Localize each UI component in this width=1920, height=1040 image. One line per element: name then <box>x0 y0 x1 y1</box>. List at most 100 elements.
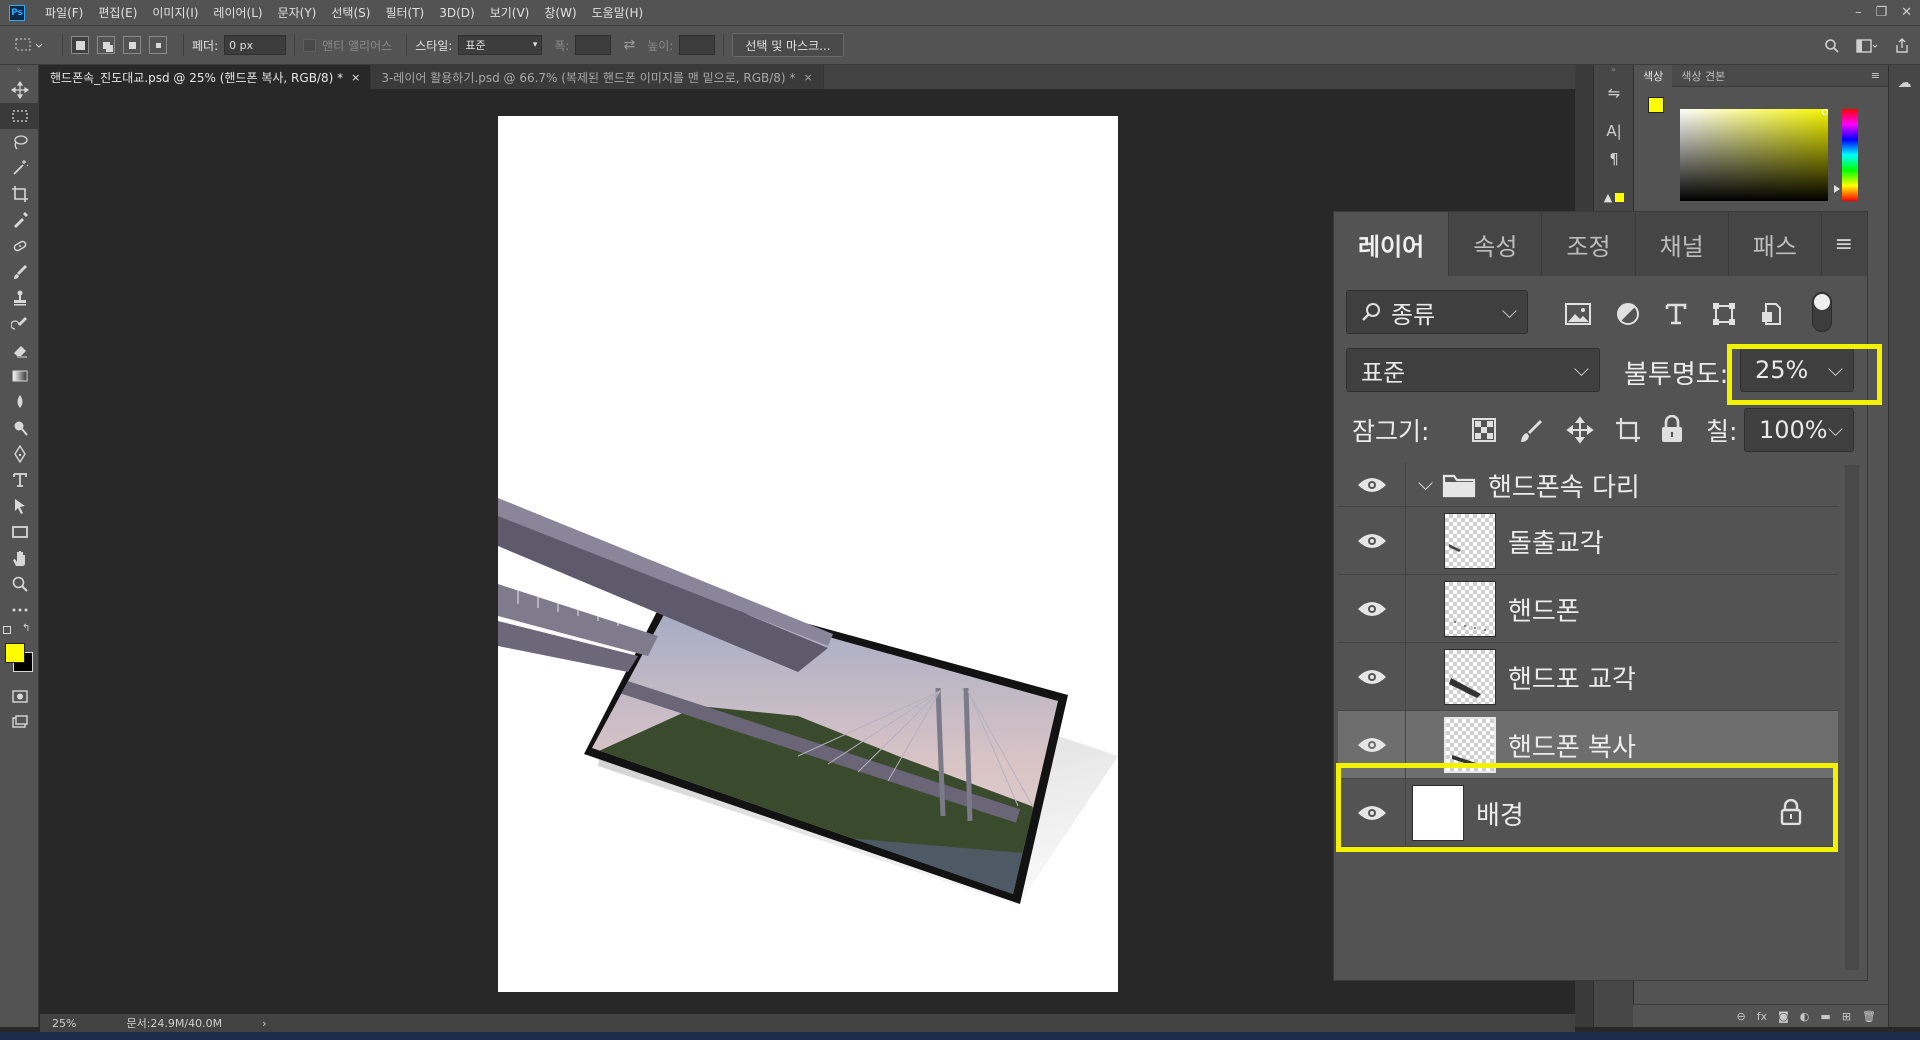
background-layer-row[interactable]: 배경 <box>1338 779 1838 847</box>
folder-icon[interactable]: ▬ <box>1820 1010 1830 1023</box>
magic-wand-tool-icon[interactable] <box>0 155 39 181</box>
lock-image-pixels-icon[interactable] <box>1518 418 1544 444</box>
tab-color[interactable]: 색상 <box>1634 64 1673 87</box>
visibility-eye-icon[interactable] <box>1338 575 1406 643</box>
pen-tool-icon[interactable] <box>0 441 39 467</box>
tab-channels[interactable]: 채널 <box>1636 212 1729 276</box>
mask-icon[interactable]: ◙ <box>1778 1010 1789 1023</box>
doc-tab-active[interactable]: 핸드폰속_진도대교.psd @ 25% (핸드폰 복사, RGB/8) * × <box>40 65 372 89</box>
tab-swatches[interactable]: 색상 견본 <box>1672 65 1734 87</box>
minimize-button[interactable]: – <box>1855 5 1862 20</box>
link-icon[interactable]: ⊖ <box>1737 1010 1746 1023</box>
menu-view[interactable]: 보기(V) <box>490 4 530 21</box>
filter-toggle[interactable] <box>1812 292 1832 332</box>
swap-dimensions-icon[interactable]: ⇄ <box>623 37 635 53</box>
zoom-tool-icon[interactable] <box>0 571 39 597</box>
smart-object-filter-icon[interactable] <box>1760 302 1782 326</box>
group-expand-chevron-icon[interactable]: ⌵ <box>1418 471 1433 495</box>
hand-tool-icon[interactable] <box>0 545 39 571</box>
path-selection-tool-icon[interactable] <box>0 493 39 519</box>
rectangle-tool-icon[interactable] <box>0 519 39 545</box>
lasso-tool-icon[interactable] <box>0 129 39 155</box>
fill-input[interactable]: 100% ⌵ <box>1744 408 1854 452</box>
select-and-mask-button[interactable]: 선택 및 마스크... <box>732 33 844 57</box>
panel-grip[interactable]: » <box>1594 65 1633 79</box>
opacity-input[interactable]: 25% ⌵ <box>1740 348 1854 392</box>
libraries-icon[interactable]: ☁ <box>1889 75 1920 91</box>
menu-edit[interactable]: 편집(E) <box>98 4 137 21</box>
height-input[interactable] <box>679 35 716 55</box>
visibility-eye-icon[interactable] <box>1338 463 1406 507</box>
subtract-selection-icon[interactable] <box>123 36 141 54</box>
menu-layer[interactable]: 레이어(L) <box>213 4 262 21</box>
layers-menu-icon[interactable]: ≡ <box>1835 232 1853 257</box>
more-tools-icon[interactable] <box>0 597 39 623</box>
swap-colors-icon[interactable]: ↰ <box>22 623 30 634</box>
move-tool-icon[interactable] <box>0 77 39 103</box>
menu-image[interactable]: 이미지(I) <box>152 4 198 21</box>
dodge-tool-icon[interactable] <box>0 415 39 441</box>
tab-layers[interactable]: 레이어 <box>1334 212 1450 276</box>
color-picker-cursor[interactable] <box>1822 109 1828 115</box>
foreground-color-chip[interactable] <box>1648 97 1664 113</box>
eraser-tool-icon[interactable] <box>0 337 39 363</box>
new-selection-icon[interactable] <box>71 36 89 54</box>
crop-tool-icon[interactable] <box>0 181 39 207</box>
add-selection-icon[interactable] <box>97 36 115 54</box>
adjustment-layer-filter-icon[interactable] <box>1616 302 1640 326</box>
history-brush-tool-icon[interactable] <box>0 311 39 337</box>
gradient-tool-icon[interactable] <box>0 363 39 389</box>
tab-properties[interactable]: 속성 <box>1449 212 1543 276</box>
hue-slider-handle[interactable] <box>1834 185 1840 193</box>
brush-tool-icon[interactable] <box>0 259 39 285</box>
visibility-eye-icon[interactable] <box>1338 643 1406 711</box>
healing-brush-tool-icon[interactable] <box>0 233 39 259</box>
marquee-preset-picker[interactable] <box>14 32 54 58</box>
share-icon[interactable] <box>1894 38 1910 54</box>
color-field[interactable] <box>1680 109 1828 201</box>
toolbox-grip[interactable]: » <box>0 65 38 77</box>
restore-button[interactable]: ❐ <box>1875 5 1887 20</box>
lock-artboard-icon[interactable] <box>1614 416 1642 444</box>
tab-adjustments[interactable]: 조정 <box>1542 212 1636 276</box>
blur-tool-icon[interactable] <box>0 389 39 415</box>
antialias-checkbox[interactable] <box>303 38 317 52</box>
visibility-eye-icon[interactable] <box>1338 711 1406 779</box>
width-input[interactable] <box>575 35 612 55</box>
layer-row[interactable]: 돌출교각 <box>1338 507 1838 575</box>
clone-stamp-tool-icon[interactable] <box>0 285 39 311</box>
pixel-layer-filter-icon[interactable] <box>1564 302 1592 326</box>
menu-select[interactable]: 선택(S) <box>331 4 370 21</box>
character-panel-icon[interactable]: A| <box>1594 117 1634 145</box>
search-icon[interactable] <box>1824 38 1840 54</box>
layer-group-row[interactable]: ⌵ 핸드폰속 다리 <box>1338 463 1838 507</box>
layer-filter-select[interactable]: 종류 ⌵ <box>1346 290 1528 334</box>
tab-paths[interactable]: 패스 <box>1729 212 1822 276</box>
new-layer-icon[interactable]: ⊞ <box>1842 1010 1851 1023</box>
quick-mask-icon[interactable] <box>0 683 39 709</box>
panel-menu-icon[interactable]: ≡ <box>1871 69 1880 82</box>
trash-icon[interactable]: 🗑 <box>1862 1010 1876 1023</box>
layers-scrollbar[interactable] <box>1845 465 1859 970</box>
layer-row[interactable]: 핸드포 교각 <box>1338 643 1838 711</box>
foreground-color-swatch[interactable] <box>5 643 25 663</box>
menu-type[interactable]: 문자(Y) <box>278 4 317 21</box>
screen-mode-icon[interactable] <box>0 709 39 735</box>
close-window-button[interactable]: ✕ <box>1901 5 1912 20</box>
layer-row[interactable]: 핸드폰 <box>1338 575 1838 643</box>
feather-input[interactable]: 0 px <box>224 35 287 55</box>
default-colors-icon[interactable] <box>3 626 11 634</box>
close-icon[interactable]: × <box>803 71 812 84</box>
close-icon[interactable]: × <box>351 71 360 84</box>
zoom-level[interactable]: 25% <box>52 1017 76 1030</box>
menu-file[interactable]: 파일(F) <box>45 4 83 21</box>
paragraph-panel-icon[interactable]: ¶ <box>1594 145 1634 173</box>
lock-position-icon[interactable] <box>1566 416 1594 444</box>
workspace-icon[interactable] <box>1856 38 1878 54</box>
adjustment-icon[interactable]: ◐ <box>1800 1010 1810 1023</box>
blend-mode-select[interactable]: 표준 ⌵ <box>1346 348 1600 392</box>
menu-3d[interactable]: 3D(D) <box>439 6 474 20</box>
intersect-selection-icon[interactable] <box>149 36 167 54</box>
type-tool-icon[interactable] <box>0 467 39 493</box>
visibility-eye-icon[interactable] <box>1338 779 1406 847</box>
